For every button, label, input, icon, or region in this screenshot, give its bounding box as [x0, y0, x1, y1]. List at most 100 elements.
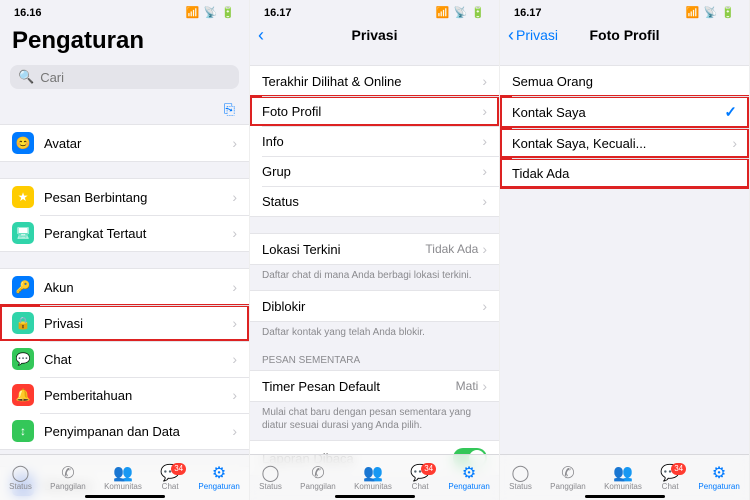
clock: 16.17 — [264, 7, 292, 19]
row-location[interactable]: Lokasi TerkiniTidak Ada› — [250, 234, 499, 264]
row-label: Pesan Berbintang — [44, 190, 232, 205]
back-button[interactable]: ‹Privasi — [508, 26, 558, 44]
group-avatar: 😊 Avatar › — [0, 124, 249, 162]
row-avatar[interactable]: 😊 Avatar › — [0, 125, 249, 161]
tab-calls[interactable]: ✆Panggilan — [300, 466, 336, 491]
row-privacy[interactable]: 🔒 Privasi › — [0, 305, 249, 341]
row-linked-devices[interactable]: 🖥 Perangkat Tertaut › — [0, 215, 249, 251]
gear-icon: ⚙ — [462, 466, 476, 482]
signal-icon: 📶 — [186, 6, 200, 19]
row-label: Avatar — [44, 136, 232, 151]
phone-icon: ✆ — [61, 466, 74, 482]
chevron-right-icon: › — [232, 387, 237, 403]
row-profile-photo[interactable]: Foto Profil› — [250, 96, 499, 126]
status-icon: ◯ — [512, 466, 530, 482]
tab-settings[interactable]: ⚙Pengaturan — [198, 466, 239, 491]
qr-icon[interactable]: ⎘ — [224, 101, 235, 118]
tab-chat[interactable]: 💬34Chat — [660, 466, 680, 491]
search-field[interactable]: 🔍 — [10, 65, 239, 89]
chevron-right-icon: › — [732, 135, 737, 151]
row-starred[interactable]: ★ Pesan Berbintang › — [0, 179, 249, 215]
check-icon: ✓ — [724, 103, 737, 121]
screen-settings: 16.16 📶 📡 🔋 Pengaturan 🔍 ⎘ 😊 Avatar › — [0, 0, 250, 500]
wifi-icon: 📡 — [704, 6, 718, 19]
row-status[interactable]: Status› — [250, 186, 499, 216]
home-indicator[interactable] — [335, 495, 415, 498]
tab-calls[interactable]: ✆Panggilan — [50, 466, 86, 491]
home-indicator[interactable] — [85, 495, 165, 498]
status-bar: 16.17 📶 📡🔋 — [500, 0, 749, 21]
chevron-right-icon: › — [232, 225, 237, 241]
tab-settings[interactable]: ⚙Pengaturan — [448, 466, 489, 491]
tab-status[interactable]: ◯Status — [509, 466, 532, 491]
row-account[interactable]: 🔑 Akun › — [0, 269, 249, 305]
row-blocked[interactable]: Diblokir› — [250, 291, 499, 321]
bell-icon: 🔔 — [12, 384, 34, 406]
chevron-right-icon: › — [482, 193, 487, 209]
chevron-right-icon: › — [482, 103, 487, 119]
chevron-right-icon: › — [482, 298, 487, 314]
chevron-right-icon: › — [482, 163, 487, 179]
lock-icon: 🔒 — [12, 312, 34, 334]
battery-icon: 🔋 — [471, 6, 485, 19]
home-indicator[interactable] — [585, 495, 665, 498]
signal-icon: 📶 — [436, 6, 450, 19]
signal-icon: 📶 — [686, 6, 700, 19]
opt-everyone[interactable]: Semua Orang — [500, 66, 749, 96]
search-icon: 🔍 — [18, 69, 34, 85]
back-button[interactable]: ‹ — [258, 26, 264, 44]
tab-status[interactable]: ◯Status — [9, 466, 32, 491]
blocked-footer: Daftar kontak yang telah Anda blokir. — [250, 322, 499, 347]
gear-icon: ⚙ — [712, 466, 726, 482]
location-footer: Daftar chat di mana Anda berbagi lokasi … — [250, 265, 499, 290]
tab-community[interactable]: 👥Komunitas — [104, 466, 142, 491]
row-storage[interactable]: ↕ Penyimpanan dan Data › — [0, 413, 249, 449]
row-notifications[interactable]: 🔔 Pemberitahuan › — [0, 377, 249, 413]
wifi-icon: 📡 — [454, 6, 468, 19]
row-info[interactable]: Info› — [250, 126, 499, 156]
page-title: Foto Profil — [590, 27, 660, 43]
row-label: Akun — [44, 280, 232, 295]
phone-icon: ✆ — [561, 466, 574, 482]
star-icon: ★ — [12, 186, 34, 208]
chat-icon: 💬 — [12, 348, 34, 370]
battery-icon: 🔋 — [721, 6, 735, 19]
page-title: Privasi — [352, 27, 398, 43]
row-chat[interactable]: 💬 Chat › — [0, 341, 249, 377]
status-bar: 16.17 📶 📡🔋 — [250, 0, 499, 21]
badge: 34 — [671, 463, 686, 475]
chevron-right-icon: › — [232, 423, 237, 439]
community-icon: 👥 — [613, 466, 633, 482]
tab-chat[interactable]: 💬34Chat — [160, 466, 180, 491]
community-icon: 👥 — [363, 466, 383, 482]
tab-community[interactable]: 👥Komunitas — [354, 466, 392, 491]
opt-except[interactable]: Kontak Saya, Kecuali...› — [500, 128, 749, 158]
tab-status[interactable]: ◯Status — [259, 466, 282, 491]
tab-calls[interactable]: ✆Panggilan — [550, 466, 586, 491]
tab-bar: ◯Status ✆Panggilan 👥Komunitas 💬34Chat ⚙P… — [500, 454, 749, 500]
devices-icon: 🖥 — [12, 222, 34, 244]
row-label: Penyimpanan dan Data — [44, 424, 232, 439]
tab-chat[interactable]: 💬34Chat — [410, 466, 430, 491]
opt-contacts[interactable]: Kontak Saya✓ — [500, 96, 749, 128]
chevron-right-icon: › — [482, 378, 487, 394]
tab-community[interactable]: 👥Komunitas — [604, 466, 642, 491]
opt-nobody[interactable]: Tidak Ada — [500, 158, 749, 188]
chevron-right-icon: › — [232, 189, 237, 205]
nav-bar: ‹Privasi Foto Profil — [500, 21, 749, 49]
search-input[interactable] — [40, 70, 231, 85]
chevron-left-icon: ‹ — [508, 26, 514, 44]
chevron-right-icon: › — [482, 133, 487, 149]
clock: 16.17 — [514, 7, 542, 19]
chevron-right-icon: › — [232, 315, 237, 331]
chevron-left-icon: ‹ — [258, 26, 264, 44]
screen-privacy: 16.17 📶 📡🔋 ‹ Privasi Terakhir Dilihat & O… — [250, 0, 500, 500]
row-groups[interactable]: Grup› — [250, 156, 499, 186]
avatar-icon: 😊 — [12, 132, 34, 154]
row-lastseen[interactable]: Terakhir Dilihat & Online› — [250, 66, 499, 96]
row-label: Privasi — [44, 316, 232, 331]
row-timer[interactable]: Timer Pesan DefaultMati› — [250, 371, 499, 401]
page-title: Pengaturan — [0, 21, 249, 61]
row-label: Perangkat Tertaut — [44, 226, 232, 241]
tab-settings[interactable]: ⚙Pengaturan — [698, 466, 739, 491]
